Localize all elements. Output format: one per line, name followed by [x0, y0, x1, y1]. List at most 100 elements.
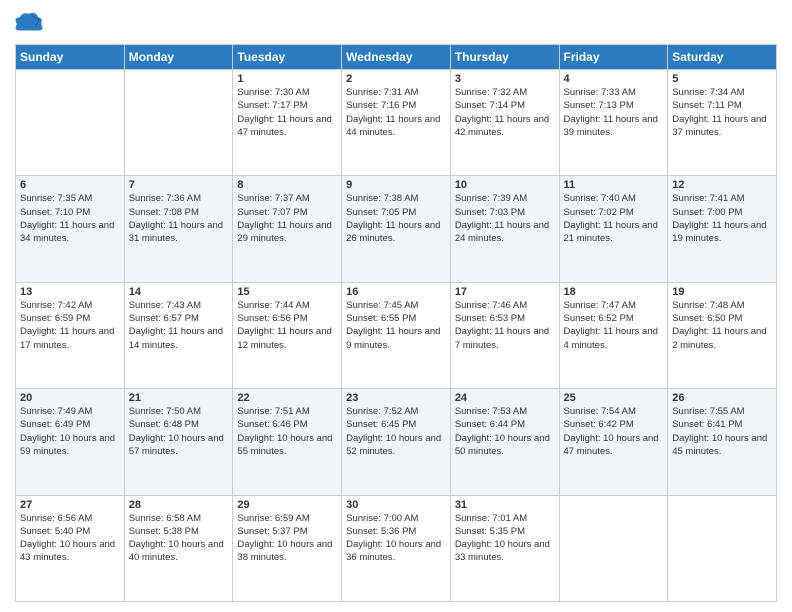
day-number: 14 [129, 286, 229, 298]
day-cell: 12Sunrise: 7:41 AMSunset: 7:00 PMDayligh… [668, 176, 777, 282]
day-number: 29 [237, 499, 337, 511]
day-cell: 25Sunrise: 7:54 AMSunset: 6:42 PMDayligh… [559, 389, 668, 495]
day-cell: 1Sunrise: 7:30 AMSunset: 7:17 PMDaylight… [233, 70, 342, 176]
day-info: Sunrise: 7:53 AMSunset: 6:44 PMDaylight:… [455, 405, 555, 458]
day-cell: 2Sunrise: 7:31 AMSunset: 7:16 PMDaylight… [342, 70, 451, 176]
day-number: 24 [455, 392, 555, 404]
day-number: 9 [346, 179, 446, 191]
day-cell: 6Sunrise: 7:35 AMSunset: 7:10 PMDaylight… [16, 176, 125, 282]
day-cell: 19Sunrise: 7:48 AMSunset: 6:50 PMDayligh… [668, 282, 777, 388]
day-number: 20 [20, 392, 120, 404]
day-info: Sunrise: 7:41 AMSunset: 7:00 PMDaylight:… [672, 192, 772, 245]
day-cell: 18Sunrise: 7:47 AMSunset: 6:52 PMDayligh… [559, 282, 668, 388]
day-cell: 13Sunrise: 7:42 AMSunset: 6:59 PMDayligh… [16, 282, 125, 388]
day-info: Sunrise: 7:00 AMSunset: 5:36 PMDaylight:… [346, 512, 446, 565]
week-row-5: 27Sunrise: 6:56 AMSunset: 5:40 PMDayligh… [16, 495, 777, 601]
weekday-wednesday: Wednesday [342, 45, 451, 70]
day-cell: 17Sunrise: 7:46 AMSunset: 6:53 PMDayligh… [450, 282, 559, 388]
header [15, 10, 777, 38]
logo [15, 10, 47, 38]
day-info: Sunrise: 7:33 AMSunset: 7:13 PMDaylight:… [564, 86, 664, 139]
day-info: Sunrise: 7:50 AMSunset: 6:48 PMDaylight:… [129, 405, 229, 458]
day-cell: 11Sunrise: 7:40 AMSunset: 7:02 PMDayligh… [559, 176, 668, 282]
day-number: 8 [237, 179, 337, 191]
day-number: 13 [20, 286, 120, 298]
day-number: 19 [672, 286, 772, 298]
day-number: 10 [455, 179, 555, 191]
weekday-friday: Friday [559, 45, 668, 70]
day-cell: 14Sunrise: 7:43 AMSunset: 6:57 PMDayligh… [124, 282, 233, 388]
day-cell: 28Sunrise: 6:58 AMSunset: 5:38 PMDayligh… [124, 495, 233, 601]
week-row-1: 1Sunrise: 7:30 AMSunset: 7:17 PMDaylight… [16, 70, 777, 176]
day-info: Sunrise: 7:43 AMSunset: 6:57 PMDaylight:… [129, 299, 229, 352]
day-info: Sunrise: 7:35 AMSunset: 7:10 PMDaylight:… [20, 192, 120, 245]
day-cell [668, 495, 777, 601]
day-number: 16 [346, 286, 446, 298]
day-info: Sunrise: 7:55 AMSunset: 6:41 PMDaylight:… [672, 405, 772, 458]
day-info: Sunrise: 7:37 AMSunset: 7:07 PMDaylight:… [237, 192, 337, 245]
day-cell: 31Sunrise: 7:01 AMSunset: 5:35 PMDayligh… [450, 495, 559, 601]
day-number: 23 [346, 392, 446, 404]
week-row-2: 6Sunrise: 7:35 AMSunset: 7:10 PMDaylight… [16, 176, 777, 282]
day-cell [16, 70, 125, 176]
day-info: Sunrise: 6:59 AMSunset: 5:37 PMDaylight:… [237, 512, 337, 565]
day-number: 18 [564, 286, 664, 298]
day-info: Sunrise: 7:40 AMSunset: 7:02 PMDaylight:… [564, 192, 664, 245]
day-info: Sunrise: 7:39 AMSunset: 7:03 PMDaylight:… [455, 192, 555, 245]
day-number: 25 [564, 392, 664, 404]
week-row-3: 13Sunrise: 7:42 AMSunset: 6:59 PMDayligh… [16, 282, 777, 388]
day-number: 1 [237, 73, 337, 85]
day-number: 7 [129, 179, 229, 191]
day-cell: 27Sunrise: 6:56 AMSunset: 5:40 PMDayligh… [16, 495, 125, 601]
day-info: Sunrise: 7:38 AMSunset: 7:05 PMDaylight:… [346, 192, 446, 245]
weekday-tuesday: Tuesday [233, 45, 342, 70]
day-cell: 29Sunrise: 6:59 AMSunset: 5:37 PMDayligh… [233, 495, 342, 601]
page: SundayMondayTuesdayWednesdayThursdayFrid… [0, 0, 792, 612]
day-number: 12 [672, 179, 772, 191]
day-info: Sunrise: 7:01 AMSunset: 5:35 PMDaylight:… [455, 512, 555, 565]
day-number: 28 [129, 499, 229, 511]
day-number: 27 [20, 499, 120, 511]
day-info: Sunrise: 7:54 AMSunset: 6:42 PMDaylight:… [564, 405, 664, 458]
day-info: Sunrise: 7:32 AMSunset: 7:14 PMDaylight:… [455, 86, 555, 139]
weekday-sunday: Sunday [16, 45, 125, 70]
day-info: Sunrise: 7:30 AMSunset: 7:17 PMDaylight:… [237, 86, 337, 139]
day-cell: 10Sunrise: 7:39 AMSunset: 7:03 PMDayligh… [450, 176, 559, 282]
day-cell: 23Sunrise: 7:52 AMSunset: 6:45 PMDayligh… [342, 389, 451, 495]
day-cell: 15Sunrise: 7:44 AMSunset: 6:56 PMDayligh… [233, 282, 342, 388]
day-info: Sunrise: 7:45 AMSunset: 6:55 PMDaylight:… [346, 299, 446, 352]
day-number: 11 [564, 179, 664, 191]
day-cell [124, 70, 233, 176]
day-number: 3 [455, 73, 555, 85]
day-cell: 4Sunrise: 7:33 AMSunset: 7:13 PMDaylight… [559, 70, 668, 176]
day-info: Sunrise: 7:44 AMSunset: 6:56 PMDaylight:… [237, 299, 337, 352]
calendar-table: SundayMondayTuesdayWednesdayThursdayFrid… [15, 44, 777, 602]
day-cell: 22Sunrise: 7:51 AMSunset: 6:46 PMDayligh… [233, 389, 342, 495]
day-cell: 30Sunrise: 7:00 AMSunset: 5:36 PMDayligh… [342, 495, 451, 601]
weekday-monday: Monday [124, 45, 233, 70]
weekday-header-row: SundayMondayTuesdayWednesdayThursdayFrid… [16, 45, 777, 70]
day-info: Sunrise: 7:52 AMSunset: 6:45 PMDaylight:… [346, 405, 446, 458]
day-info: Sunrise: 7:51 AMSunset: 6:46 PMDaylight:… [237, 405, 337, 458]
day-number: 4 [564, 73, 664, 85]
day-number: 6 [20, 179, 120, 191]
day-number: 21 [129, 392, 229, 404]
day-cell: 26Sunrise: 7:55 AMSunset: 6:41 PMDayligh… [668, 389, 777, 495]
day-number: 15 [237, 286, 337, 298]
day-number: 5 [672, 73, 772, 85]
day-number: 17 [455, 286, 555, 298]
day-number: 30 [346, 499, 446, 511]
day-info: Sunrise: 7:46 AMSunset: 6:53 PMDaylight:… [455, 299, 555, 352]
day-cell: 21Sunrise: 7:50 AMSunset: 6:48 PMDayligh… [124, 389, 233, 495]
day-cell: 20Sunrise: 7:49 AMSunset: 6:49 PMDayligh… [16, 389, 125, 495]
day-info: Sunrise: 7:48 AMSunset: 6:50 PMDaylight:… [672, 299, 772, 352]
day-cell: 5Sunrise: 7:34 AMSunset: 7:11 PMDaylight… [668, 70, 777, 176]
day-info: Sunrise: 7:36 AMSunset: 7:08 PMDaylight:… [129, 192, 229, 245]
day-info: Sunrise: 7:34 AMSunset: 7:11 PMDaylight:… [672, 86, 772, 139]
day-cell [559, 495, 668, 601]
day-cell: 7Sunrise: 7:36 AMSunset: 7:08 PMDaylight… [124, 176, 233, 282]
day-info: Sunrise: 7:42 AMSunset: 6:59 PMDaylight:… [20, 299, 120, 352]
weekday-saturday: Saturday [668, 45, 777, 70]
day-info: Sunrise: 6:58 AMSunset: 5:38 PMDaylight:… [129, 512, 229, 565]
day-info: Sunrise: 6:56 AMSunset: 5:40 PMDaylight:… [20, 512, 120, 565]
